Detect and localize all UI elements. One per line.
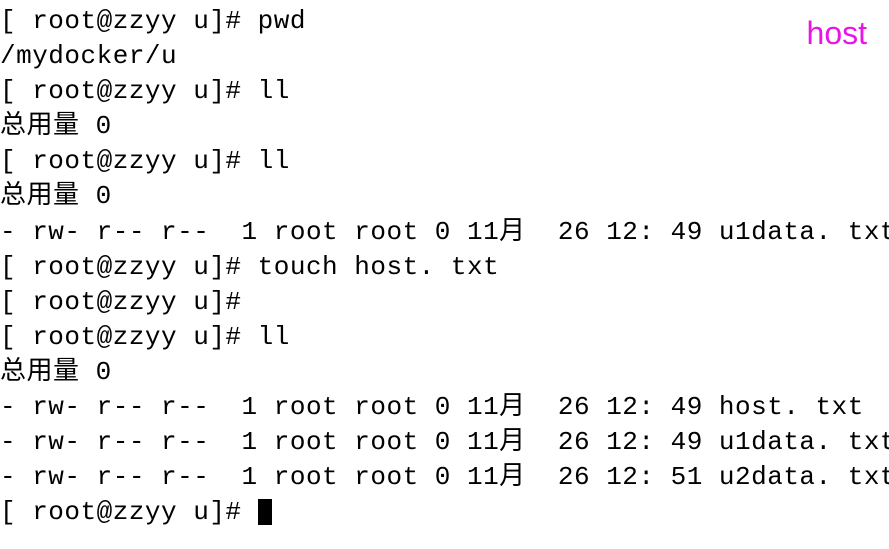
terminal-line: [ root@zzyy u]# pwd	[0, 4, 889, 39]
prompt: [ root@zzyy u]#	[0, 146, 258, 176]
terminal-output: 总用量 0	[0, 179, 889, 214]
command-touch: touch host. txt	[258, 252, 500, 282]
command-ll: ll	[258, 322, 290, 352]
terminal-line-active[interactable]: [ root@zzyy u]#	[0, 495, 889, 530]
command-ll: ll	[258, 76, 290, 106]
terminal-output-file: - rw- r-- r-- 1 root root 0 11月 26 12: 5…	[0, 460, 889, 495]
command-ll: ll	[258, 146, 290, 176]
terminal-output: /mydocker/u	[0, 39, 889, 74]
terminal-line: [ root@zzyy u]# ll	[0, 144, 889, 179]
terminal-line: [ root@zzyy u]# ll	[0, 74, 889, 109]
cursor-icon	[258, 499, 272, 525]
prompt: [ root@zzyy u]#	[0, 6, 258, 36]
command-pwd: pwd	[258, 6, 306, 36]
prompt: [ root@zzyy u]#	[0, 322, 258, 352]
prompt: [ root@zzyy u]#	[0, 497, 258, 527]
terminal-output-file: - rw- r-- r-- 1 root root 0 11月 26 12: 4…	[0, 425, 889, 460]
terminal-line: [ root@zzyy u]# touch host. txt	[0, 250, 889, 285]
annotation-label: host	[807, 12, 867, 55]
prompt: [ root@zzyy u]#	[0, 287, 242, 317]
terminal-output-file: - rw- r-- r-- 1 root root 0 11月 26 12: 4…	[0, 215, 889, 250]
terminal-line: [ root@zzyy u]# ll	[0, 320, 889, 355]
terminal-output-file: - rw- r-- r-- 1 root root 0 11月 26 12: 4…	[0, 390, 889, 425]
terminal-output: 总用量 0	[0, 109, 889, 144]
terminal-line: [ root@zzyy u]#	[0, 285, 889, 320]
prompt: [ root@zzyy u]#	[0, 252, 258, 282]
terminal-output: 总用量 0	[0, 355, 889, 390]
prompt: [ root@zzyy u]#	[0, 76, 258, 106]
